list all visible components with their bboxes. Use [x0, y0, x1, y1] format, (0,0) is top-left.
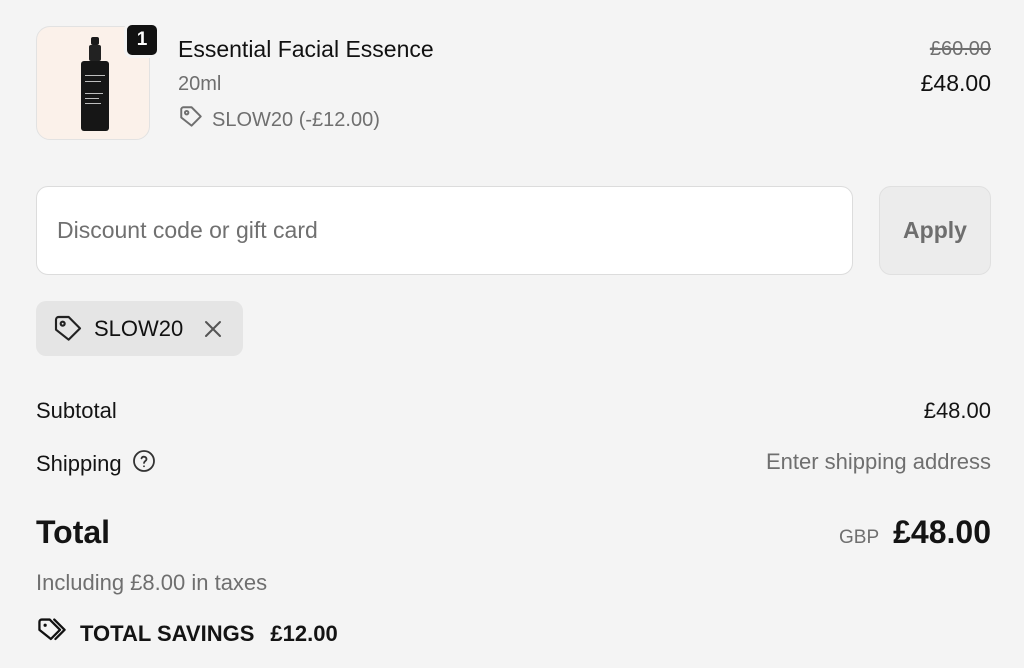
savings-label: TOTAL SAVINGS [80, 621, 255, 646]
currency-code: GBP [839, 527, 880, 548]
quantity-badge: 1 [124, 22, 160, 58]
subtotal-label: Subtotal [36, 398, 117, 423]
shipping-label: Shipping [36, 451, 122, 476]
tag-icon [52, 313, 84, 345]
product-discount-text: SLOW20 (-£12.00) [212, 108, 380, 131]
total-savings: TOTAL SAVINGS £12.00 [36, 615, 338, 653]
savings-value: £12.00 [270, 621, 338, 646]
total-label: Total [36, 514, 111, 550]
total-amount-group: GBP £48.00 [839, 514, 991, 551]
shipping-value: Enter shipping address [765, 449, 991, 474]
close-icon[interactable] [201, 317, 225, 341]
original-price: £60.00 [929, 38, 991, 60]
double-tag-icon [36, 615, 68, 653]
discounted-price: £48.00 [920, 70, 991, 96]
apply-button[interactable]: Apply [879, 186, 991, 275]
applied-code-label: SLOW20 [94, 315, 184, 341]
applied-discount-chip: SLOW20 [36, 301, 243, 356]
question-circle-icon[interactable] [132, 449, 156, 479]
subtotal-value: £48.00 [923, 398, 991, 423]
shipping-label-group: Shipping [36, 449, 156, 479]
product-discount: SLOW20 (-£12.00) [178, 104, 380, 136]
tag-icon [178, 104, 204, 136]
product-variant: 20ml [178, 73, 222, 95]
cart-line-item: 1 Essential Facial Essence 20ml SLOW20 (… [36, 22, 991, 146]
product-name: Essential Facial Essence [178, 36, 434, 62]
total-amount: £48.00 [893, 514, 991, 550]
tax-note: Including £8.00 in taxes [36, 570, 268, 595]
discount-code-input[interactable] [36, 186, 853, 275]
product-bottle-image [81, 37, 109, 131]
